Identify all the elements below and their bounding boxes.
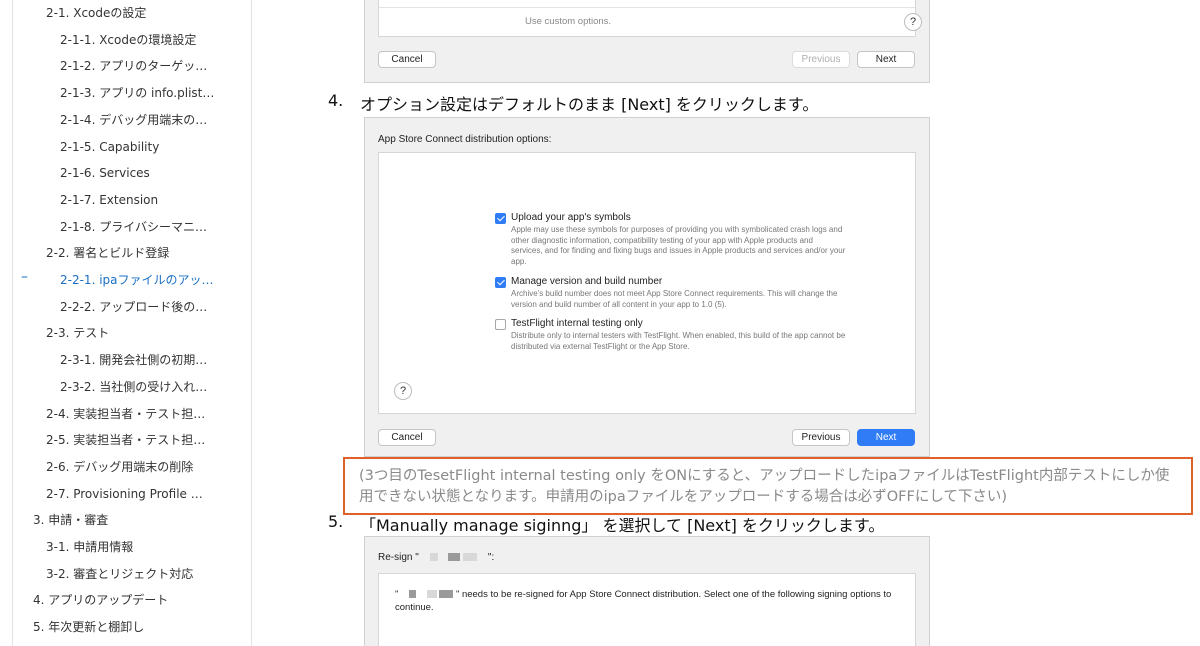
sidebar-item-label: 2-2-1. ipaファイルのアップロード (60, 273, 215, 287)
resign-body-prefix: " (395, 589, 399, 600)
cancel-button[interactable]: Cancel (378, 51, 436, 68)
sidebar-item-label: 2-3. テスト (46, 326, 110, 341)
sidebar-item-label: 2-1-1. Xcodeの環境設定 (60, 32, 197, 47)
option-title: Upload your app's symbols (511, 212, 631, 223)
sidebar-item-label: 2-1-3. アプリの info.plist 設定 (60, 86, 215, 101)
step-4-number: 4. (328, 91, 344, 110)
previous-button[interactable]: Previous (792, 429, 850, 446)
help-icon[interactable]: ? (904, 13, 922, 31)
options-panel-title: App Store Connect distribution options: (378, 134, 552, 145)
sidebar-item[interactable]: 2-2-1. ipaファイルのアップロード (13, 269, 251, 291)
redacted-app-name (439, 590, 454, 599)
sidebar-item[interactable]: 3. 申請・審査 (13, 509, 251, 531)
testflight-internal-checkbox[interactable] (495, 319, 506, 330)
sidebar-item[interactable]: 3-2. 審査とリジェクト対応 (13, 563, 251, 585)
sidebar-item[interactable]: 2-1. Xcodeの設定 (13, 2, 251, 24)
resign-title-prefix: Re-sign " (378, 552, 419, 563)
sidebar-item[interactable]: 2-2. 署名とビルド登録 (13, 242, 251, 264)
previous-button[interactable]: Previous (792, 51, 850, 68)
sidebar-item-label: 2-1. Xcodeの設定 (46, 6, 147, 20)
sidebar-item[interactable]: 3-1. 申請用情報 (13, 536, 251, 558)
resign-message: " " needs to be re-signed for App Store … (395, 588, 905, 614)
option-manage-version: Manage version and build number Archive'… (495, 276, 840, 316)
sidebar-item-label: 2-5. 実装担当者・テスト担当者 (46, 433, 211, 448)
sidebar-item-label: 2-2. 署名とビルド登録 (46, 246, 170, 261)
sidebar-item[interactable]: 2-1-2. アプリのターゲット設定 (13, 55, 251, 77)
redacted-app-name (448, 553, 461, 562)
sidebar-item[interactable]: 2-1-8. プライバシーマニフェスト (13, 216, 251, 238)
resign-title: Re-sign " ": (378, 552, 494, 563)
redacted-app-name (426, 590, 437, 599)
options-divider (379, 7, 915, 8)
next-button[interactable]: Next (857, 429, 915, 446)
sidebar-item-label: 3-2. 審査とリジェクト対応 (46, 566, 194, 581)
sidebar-item-label: 2-3-1. 開発会社側の初期テスト (60, 353, 215, 368)
sidebar-item-label: 2-2-2. アップロード後の対応 (60, 299, 215, 314)
resign-message-box: " " needs to be re-signed for App Store … (378, 573, 916, 646)
sidebar-item-label: 2-1-7. Extension (60, 192, 159, 207)
options-list: Use custom options. ? (378, 0, 922, 37)
step-5-number: 5. (328, 512, 344, 531)
sidebar-item-label: 2-4. 実装担当者・テスト担当者 (46, 406, 211, 421)
sidebar-item-label: 3-1. 申請用情報 (46, 540, 134, 554)
sidebar-item[interactable]: 2-1-3. アプリの info.plist 設定 (13, 82, 251, 104)
option-description: Distribute only to internal testers with… (511, 331, 846, 351)
redacted-app-name (463, 553, 478, 562)
sidebar-item[interactable]: 2-3. テスト (13, 322, 251, 344)
step-5-text: 「Manually manage siginng」 を選択して [Next] を… (360, 516, 885, 535)
sidebar-item[interactable]: 2-2-2. アップロード後の対応 (13, 296, 251, 318)
sidebar-item[interactable]: 2-5. 実装担当者・テスト担当者 (13, 429, 251, 451)
sidebar-item-label: 2-1-8. プライバシーマニフェスト (60, 219, 215, 234)
sidebar-item-label: 3. 申請・審査 (33, 513, 109, 528)
sidebar-item[interactable]: 5. 年次更新と棚卸し (13, 616, 251, 638)
sidebar-item-label: 2-3-2. 当社側の受け入れテスト (60, 379, 215, 394)
note-text: (3つ目のTesetFlight internal testing only を… (359, 468, 1170, 505)
sidebar-item-label: 2-1-4. デバッグ用端末の登録 (60, 112, 215, 127)
option-testflight-internal: TestFlight internal testing only Distrib… (495, 318, 845, 358)
sidebar-item[interactable]: 2-1-5. Capability (13, 136, 251, 158)
resign-body-text: " needs to be re-signed for App Store Co… (395, 589, 892, 613)
sidebar-item[interactable]: 4. アプリのアップデート (13, 589, 251, 611)
sidebar-item[interactable]: 2-1-4. デバッグ用端末の登録 (13, 109, 251, 131)
sidebar-item-label: 5. 年次更新と棚卸し (33, 620, 145, 635)
sidebar-item[interactable]: 2-4. 実装担当者・テスト担当者 (13, 403, 251, 425)
cancel-button[interactable]: Cancel (378, 429, 436, 446)
manage-version-checkbox[interactable] (495, 277, 506, 288)
upload-symbols-checkbox[interactable] (495, 213, 506, 224)
sidebar-item[interactable]: 2-3-2. 当社側の受け入れテスト (13, 376, 251, 398)
redacted-app-name (409, 590, 417, 599)
option-description: Archive's build number does not meet App… (511, 289, 838, 309)
sidebar-item-label: 2-1-2. アプリのターゲット設定 (60, 59, 215, 74)
sidebar-item[interactable]: 2-1-7. Extension (13, 189, 251, 211)
sidebar-item-label: 4. アプリのアップデート (33, 593, 169, 608)
next-button[interactable]: Next (857, 51, 915, 68)
redacted-app-name (429, 553, 438, 562)
sidebar-item-label: 2-1-6. Services (60, 166, 150, 181)
table-of-contents-sidebar: – 2-1. Xcodeの設定 2-1-1. Xcodeの環境設定 2-1-2. ア… (12, 0, 252, 646)
option-description: Apple may use these symbols for purposes… (511, 225, 846, 266)
option-title: TestFlight internal testing only (511, 318, 643, 329)
help-icon[interactable]: ? (394, 382, 412, 400)
sidebar-item[interactable]: 2-6. デバッグ用端末の削除 (13, 456, 251, 478)
resign-title-suffix: ": (487, 552, 495, 563)
testflight-warning-note: (3つ目のTesetFlight internal testing only を… (343, 457, 1193, 515)
sidebar-item[interactable]: 2-7. Provisioning Profile の更新 (13, 483, 251, 505)
custom-options-label: Use custom options. (525, 16, 612, 27)
sidebar-item-label: 2-6. デバッグ用端末の削除 (46, 459, 194, 474)
screenshot-resign: Re-sign " ": " " needs to be re-signed f… (364, 536, 930, 646)
sidebar-item-label: 2-7. Provisioning Profile の更新 (46, 486, 211, 501)
sidebar-item-label: 2-1-5. Capability (60, 139, 160, 154)
sidebar-item[interactable]: 2-1-1. Xcodeの環境設定 (13, 29, 251, 51)
sidebar-item[interactable]: 2-1-6. Services (13, 162, 251, 184)
option-upload-symbols: Upload your app's symbols Apple may use … (495, 212, 845, 272)
step-4-text: オプション設定はデフォルトのまま [Next] をクリックします。 (360, 95, 819, 114)
screenshot-custom-options: Use custom options. ? Cancel Previous Ne… (364, 0, 930, 83)
option-title: Manage version and build number (511, 276, 663, 287)
sidebar-item[interactable]: 2-3-1. 開発会社側の初期テスト (13, 349, 251, 371)
